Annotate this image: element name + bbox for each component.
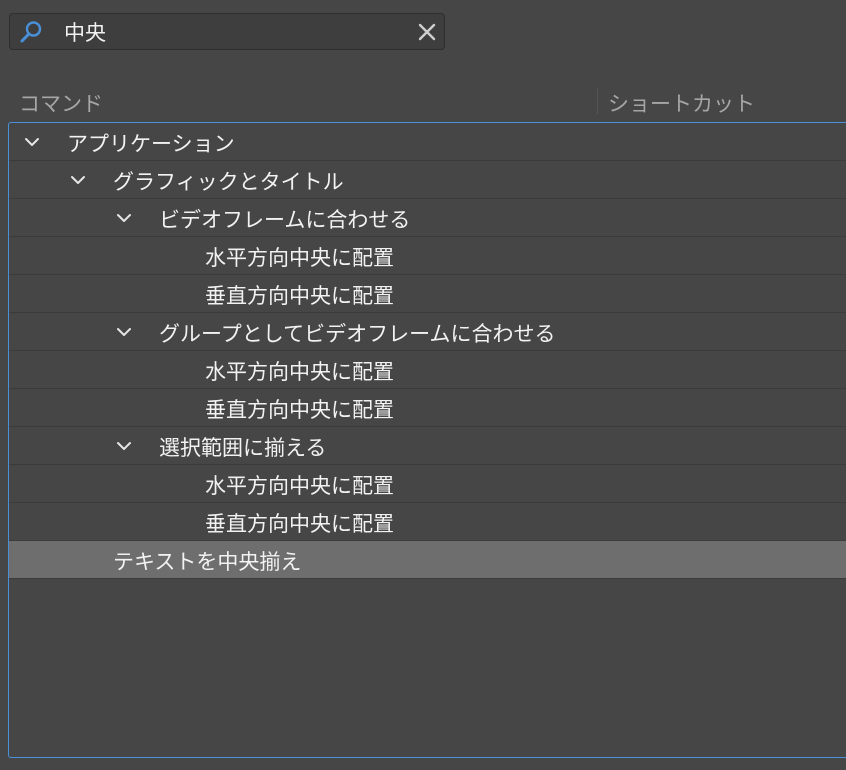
- chevron-down-icon[interactable]: [23, 133, 41, 151]
- tree-row-label: 垂直方向中央に配置: [205, 284, 394, 308]
- tree-row-label: ビデオフレームに合わせる: [159, 208, 411, 232]
- chevron-down-icon[interactable]: [69, 171, 87, 189]
- tree-row-label: 水平方向中央に配置: [205, 246, 394, 270]
- tree-row[interactable]: グラフィックとタイトル: [9, 161, 846, 199]
- tree-row[interactable]: グループとしてビデオフレームに合わせる: [9, 313, 846, 351]
- tree-row-label: グループとしてビデオフレームに合わせる: [159, 322, 556, 346]
- keyboard-shortcuts-panel: コマンド ショートカット アプリケーショングラフィックとタイトルビデオフレームに…: [0, 0, 846, 770]
- tree-row[interactable]: 選択範囲に揃える: [9, 427, 846, 465]
- tree-row-label: アプリケーション: [67, 132, 235, 156]
- tree-row-label: 水平方向中央に配置: [205, 474, 394, 498]
- search-input[interactable]: [64, 18, 404, 46]
- column-header: コマンド ショートカット: [0, 86, 846, 118]
- column-command[interactable]: コマンド: [19, 88, 103, 118]
- tree-row[interactable]: 水平方向中央に配置: [9, 465, 846, 503]
- tree-row-label: グラフィックとタイトル: [113, 170, 344, 194]
- column-shortcut[interactable]: ショートカット: [608, 88, 755, 118]
- tree-row[interactable]: アプリケーション: [9, 123, 846, 161]
- tree-row[interactable]: ビデオフレームに合わせる: [9, 199, 846, 237]
- command-tree[interactable]: アプリケーショングラフィックとタイトルビデオフレームに合わせる水平方向中央に配置…: [8, 122, 846, 758]
- tree-row[interactable]: 水平方向中央に配置: [9, 351, 846, 389]
- tree-row-label: 垂直方向中央に配置: [205, 512, 394, 536]
- tree-row-label: 水平方向中央に配置: [205, 360, 394, 384]
- column-divider[interactable]: [597, 88, 598, 114]
- search-box[interactable]: [9, 13, 445, 50]
- tree-row-label: 垂直方向中央に配置: [205, 398, 394, 422]
- chevron-down-icon[interactable]: [115, 323, 133, 341]
- tree-row[interactable]: 垂直方向中央に配置: [9, 503, 846, 541]
- close-icon[interactable]: [417, 22, 437, 42]
- tree-row-label: テキストを中央揃え: [113, 550, 302, 574]
- search-icon: [19, 20, 43, 44]
- tree-row[interactable]: テキストを中央揃え: [9, 541, 846, 579]
- tree-row-label: 選択範囲に揃える: [159, 436, 327, 460]
- tree-row[interactable]: 水平方向中央に配置: [9, 237, 846, 275]
- chevron-down-icon[interactable]: [115, 209, 133, 227]
- tree-row[interactable]: 垂直方向中央に配置: [9, 389, 846, 427]
- tree-row[interactable]: 垂直方向中央に配置: [9, 275, 846, 313]
- chevron-down-icon[interactable]: [115, 437, 133, 455]
